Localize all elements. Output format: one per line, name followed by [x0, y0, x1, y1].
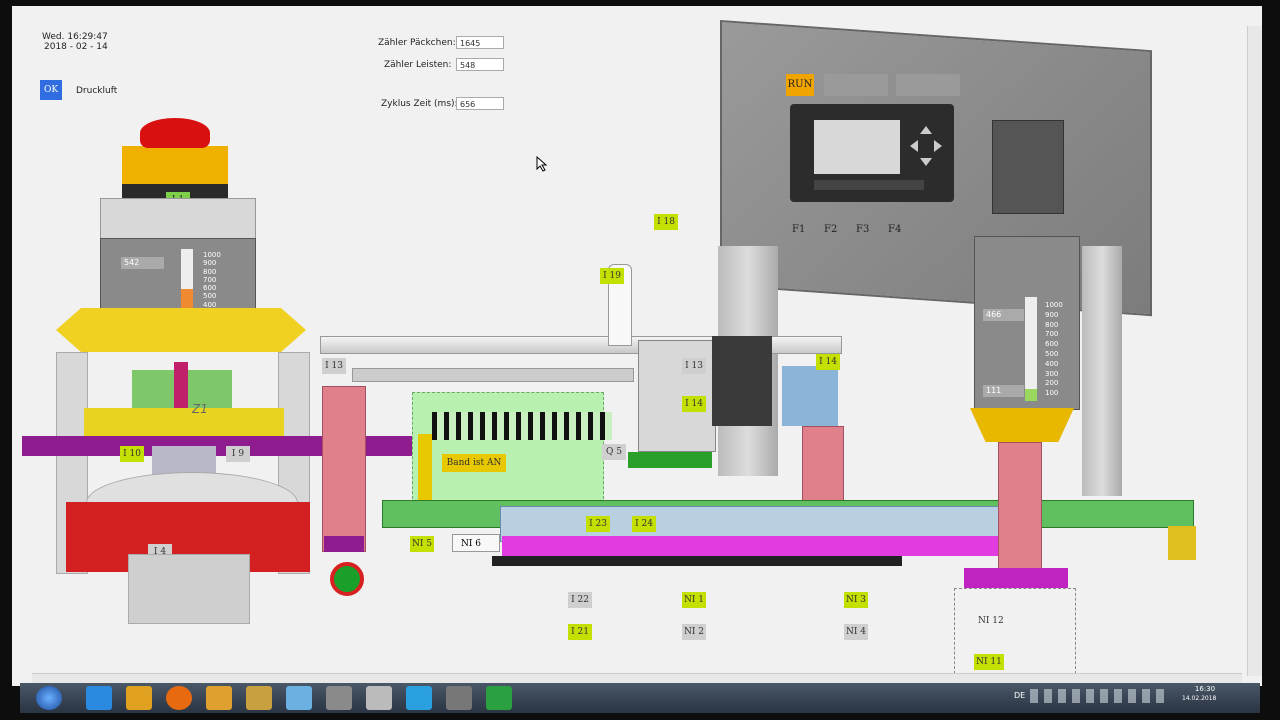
media-player-icon[interactable] — [206, 686, 232, 710]
vertical-scrollbar[interactable] — [1247, 26, 1262, 676]
clock-date: 2018 - 02 - 14 — [44, 42, 108, 52]
tank-right-scale: 1000 900 800 700 600 500 400 300 200 100 — [1045, 301, 1063, 398]
comb-teeth — [432, 412, 612, 440]
run-indicator: RUN — [786, 74, 814, 96]
indicator-ni11: NI 11 — [974, 654, 1004, 670]
hmi-blank-indicator-1 — [824, 74, 888, 96]
scada-screen: Wed. 16:29:47 2018 - 02 - 14 OK Druckluf… — [12, 6, 1262, 686]
tray-date[interactable]: 14.02.2018 — [1182, 695, 1216, 702]
indicator-ni2: NI 2 — [682, 624, 706, 640]
indicator-ni6: NI 6 — [452, 534, 500, 552]
yellow-guide — [418, 434, 432, 504]
cylinder-wireframe — [954, 588, 1076, 674]
hmi-keys — [814, 180, 924, 190]
f3-key[interactable]: F3 — [856, 224, 869, 235]
indicator-q5: Q 5 — [602, 444, 626, 460]
indicator-ni1: NI 1 — [682, 592, 706, 608]
pink-pillar-left — [322, 386, 366, 552]
indicator-i22: I 22 — [568, 592, 592, 608]
indicator-i23: I 23 — [586, 516, 610, 532]
tray-icons[interactable] — [1030, 689, 1170, 703]
indicator-i14-right: I 14 — [816, 354, 840, 370]
skype-icon[interactable] — [406, 686, 432, 710]
taskbar: DE 16:30 14.02.2018 — [20, 683, 1260, 713]
start-button[interactable] — [36, 686, 62, 710]
pink-pillar-base — [324, 536, 364, 552]
f1-key[interactable]: F1 — [792, 224, 805, 235]
tank-right-fill — [1025, 389, 1037, 401]
indicator-ni4: NI 4 — [844, 624, 868, 640]
internet-explorer-icon[interactable] — [86, 686, 112, 710]
hmi-dpad-icon — [906, 122, 946, 170]
linear-guide — [352, 368, 634, 382]
clock-time: Wed. 16:29:47 — [42, 32, 108, 42]
paeckchen-field: 1645 — [456, 36, 504, 49]
f4-key[interactable]: F4 — [888, 224, 901, 235]
z1-label: Z1 — [192, 402, 208, 416]
indicator-ni3: NI 3 — [844, 592, 868, 608]
excel-icon[interactable] — [486, 686, 512, 710]
leisten-field: 548 — [456, 58, 504, 71]
zyklus-field: 656 — [456, 97, 504, 110]
blue-bracket — [782, 366, 838, 426]
green-bar — [628, 452, 712, 468]
indicator-ni12: NI 12 — [978, 616, 1004, 626]
motor-housing — [128, 554, 250, 624]
belt-shadow — [492, 556, 902, 566]
tank-right-bottom-value: 111 — [983, 385, 1024, 397]
tank-right: 1000 900 800 700 600 500 400 300 200 100 466 111 — [974, 236, 1080, 410]
tank-right-collar — [970, 408, 1074, 442]
band-status-label: Band ist AN — [442, 454, 506, 472]
app-icon-1[interactable] — [286, 686, 312, 710]
indicator-i13-right: I 13 — [682, 358, 706, 374]
f2-key[interactable]: F2 — [824, 224, 837, 235]
indicator-i19: I 19 — [600, 268, 624, 284]
leisten-label: Zähler Leisten: — [384, 60, 452, 70]
tank-right-top-value: 466 — [983, 309, 1024, 321]
tray-time[interactable]: 16:30 — [1190, 685, 1220, 693]
yellow-platform — [56, 308, 306, 352]
app-icon-2[interactable] — [326, 686, 352, 710]
press-head — [100, 198, 256, 240]
yellow-endstop — [1168, 526, 1196, 560]
pink-pillar-far-right — [998, 442, 1042, 574]
indicator-i14-mid: I 14 — [682, 396, 706, 412]
feeder-green-zone — [412, 392, 604, 504]
indicator-i10: I 10 — [120, 446, 144, 462]
press-crossbar — [84, 408, 284, 436]
firefox-icon[interactable] — [166, 686, 192, 710]
status-lamp — [330, 562, 364, 596]
file-explorer-icon[interactable] — [246, 686, 272, 710]
hmi-blank-indicator-2 — [896, 74, 960, 96]
ok-indicator[interactable]: OK — [40, 80, 62, 100]
outlook-icon[interactable] — [126, 686, 152, 710]
press-rod — [174, 362, 188, 412]
indicator-i21: I 21 — [568, 624, 592, 640]
tank-left-top-value: 542 — [121, 257, 164, 269]
indicator-ni5: NI 5 — [410, 536, 434, 552]
indicator-i18: I 18 — [654, 214, 678, 230]
druckluft-label: Druckluft — [76, 86, 118, 96]
paeckchen-label: Zähler Päckchen: — [378, 38, 456, 48]
app-icon-3[interactable] — [366, 686, 392, 710]
plc-module — [992, 120, 1064, 214]
emergency-stop-button[interactable] — [140, 118, 210, 148]
hmi-device — [790, 104, 954, 202]
app-icon-4[interactable] — [446, 686, 472, 710]
indicator-i9: I 9 — [226, 446, 250, 462]
frame-post-right — [1082, 246, 1122, 496]
mouse-cursor-icon — [536, 156, 548, 172]
hmi-display — [814, 120, 900, 174]
magenta-belt — [502, 536, 998, 556]
pillar-base-magenta — [964, 568, 1068, 588]
indicator-i13-left: I 13 — [322, 358, 346, 374]
valve-block — [712, 336, 772, 426]
indicator-i24: I 24 — [632, 516, 656, 532]
language-indicator[interactable]: DE — [1014, 691, 1025, 700]
tank-right-gauge — [1025, 297, 1037, 401]
zyklus-label: Zyklus Zeit (ms): — [381, 99, 458, 109]
